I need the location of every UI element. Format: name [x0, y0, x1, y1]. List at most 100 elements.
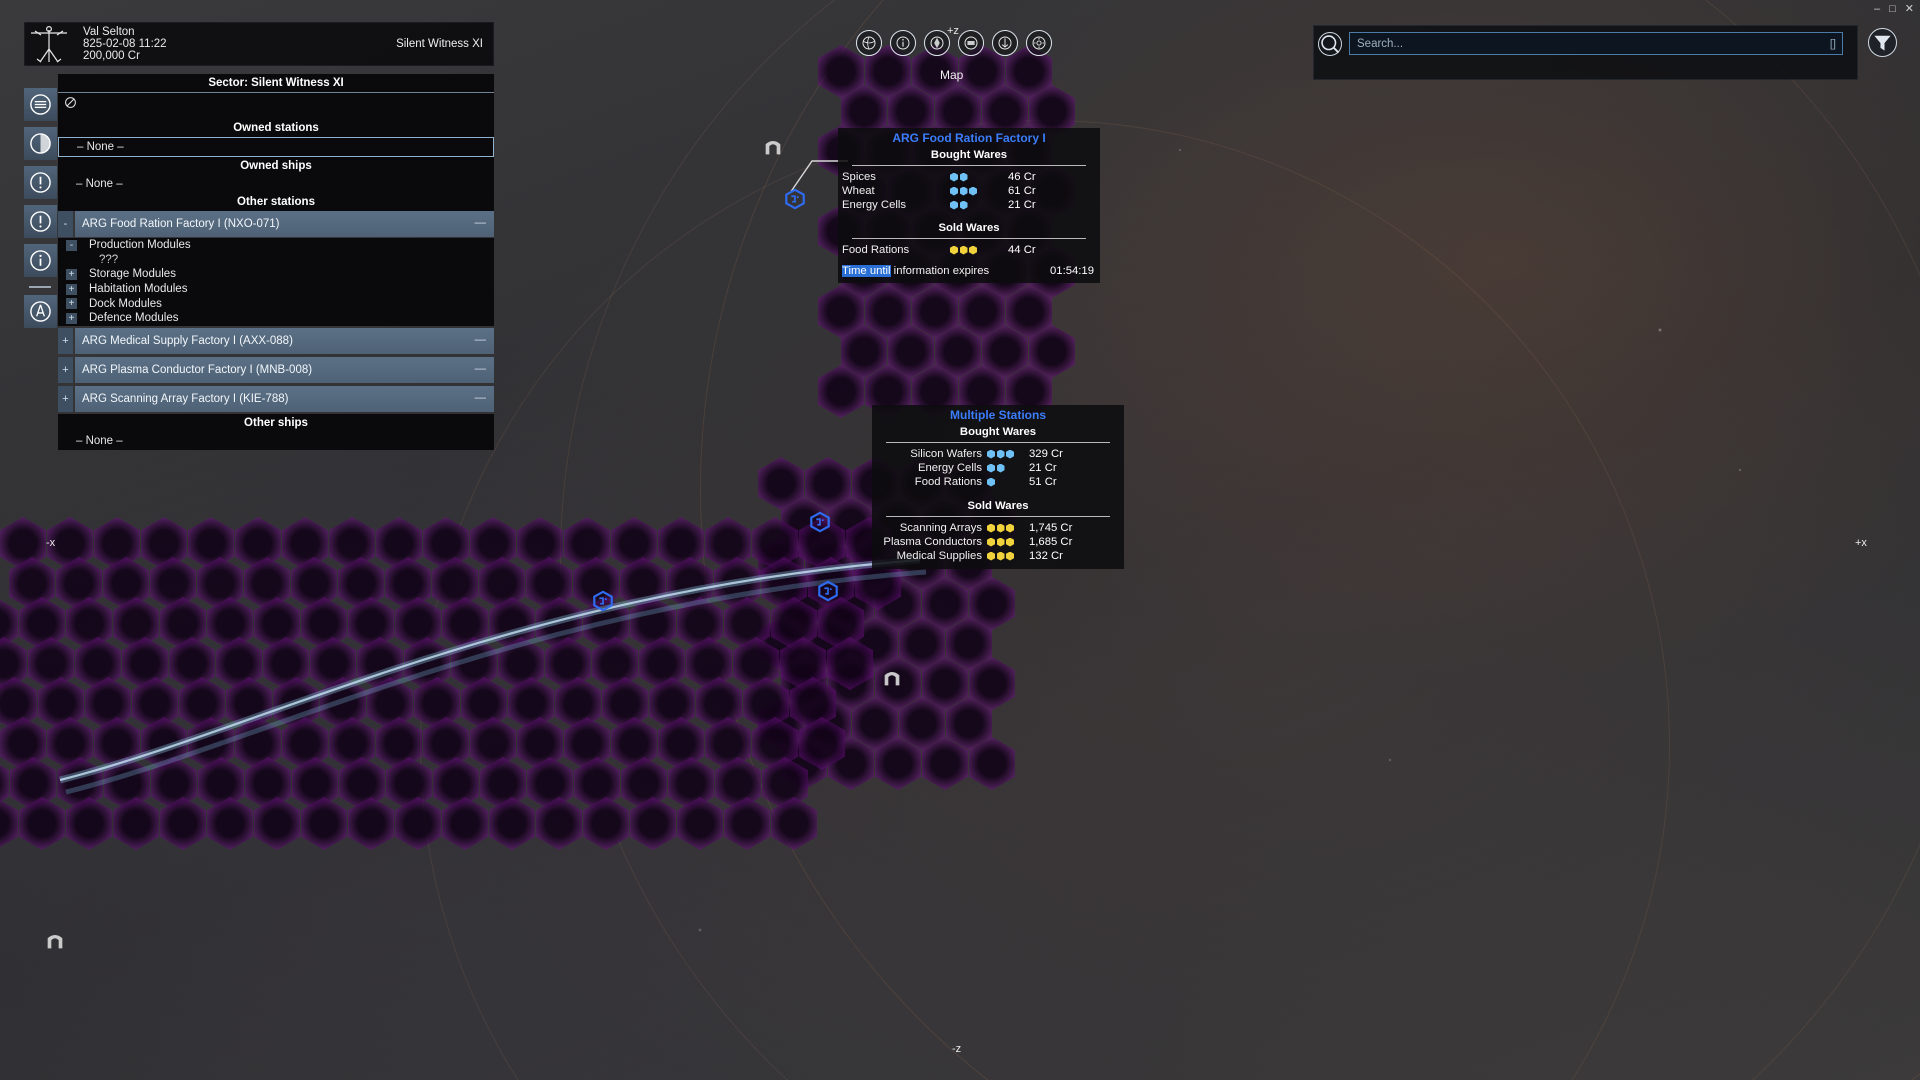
tooltip-divider [852, 238, 1086, 239]
station-name[interactable]: ARG Food Ration Factory I (NXO-071) — [75, 211, 494, 237]
find-icon [30, 301, 51, 322]
station-expand-toggle[interactable]: - [58, 211, 73, 237]
toolbar-button-settings[interactable] [1026, 30, 1052, 56]
filter-funnel-icon [1874, 35, 1891, 51]
station-tooltip-sold-header: Sold Wares [938, 222, 1000, 234]
station-marker-d[interactable] [817, 580, 839, 605]
map-sidebar-rail[interactable] [24, 88, 58, 334]
ware-rating-dots [987, 551, 1029, 561]
sidebar-item-property-owned[interactable] [24, 88, 57, 121]
ware-name: Food Rations [842, 244, 910, 256]
module-group-row[interactable]: + Dock Modules [58, 296, 494, 311]
ware-row: Energy Cells 21 Cr [838, 198, 1100, 212]
axis-label-plus-x: +x [1855, 537, 1867, 549]
tooltip-divider [852, 165, 1086, 166]
settings-gear-icon [1032, 36, 1046, 50]
module-group-label: Dock Modules [89, 297, 162, 310]
station-name[interactable]: ARG Medical Supply Factory I (AXX-088) — [75, 327, 494, 354]
station-name[interactable]: ARG Scanning Array Factory I (KIE-788) — [75, 385, 494, 412]
ware-rating-dots [950, 200, 1008, 210]
station-hex-icon [593, 590, 613, 612]
owned-ships-empty-row[interactable]: – None – [58, 175, 494, 193]
toolbar-button-map-mode[interactable] [856, 30, 882, 56]
sidebar-item-information[interactable] [24, 244, 57, 277]
axis-label-minus-z: -z [952, 1043, 962, 1055]
sector-object-list-panel[interactable]: Sector: Silent Witness XI Owned stations… [58, 74, 494, 450]
station-expand-toggle[interactable]: + [58, 356, 73, 383]
tooltip-divider [886, 516, 1110, 517]
module-group-row[interactable]: + Storage Modules [58, 267, 494, 282]
map-toolbar[interactable] [856, 30, 1052, 56]
toolbar-button-info-mode[interactable] [890, 30, 916, 56]
info-icon [30, 250, 51, 271]
sidebar-item-missions[interactable] [24, 166, 57, 199]
ware-rating-dots [950, 186, 1008, 196]
sector-panel-header: Sector: Silent Witness XI [58, 74, 494, 93]
expiry-label: Time until information expires [842, 265, 989, 277]
module-group-row[interactable]: + Habitation Modules [58, 281, 494, 297]
search-icon [1321, 35, 1340, 54]
sidebar-item-find[interactable] [24, 295, 57, 328]
info-mode-icon [896, 36, 910, 50]
search-input[interactable]: Search... [] [1349, 32, 1843, 55]
close-icon[interactable]: ✕ [1905, 4, 1914, 15]
station-marker-c[interactable] [592, 590, 614, 615]
toolbar-button-fleet-mode[interactable] [992, 30, 1018, 56]
module-expand-toggle[interactable]: + [66, 268, 77, 280]
station-name-label: ARG Scanning Array Factory I (KIE-788) [82, 392, 289, 405]
group-header-owned-ships: Owned ships [58, 157, 494, 175]
ware-name: Silicon Wafers [910, 448, 982, 460]
station-status-dash: — [474, 333, 487, 346]
filter-status-row[interactable] [58, 93, 494, 119]
gate-marker[interactable] [762, 136, 784, 161]
minimize-icon[interactable]: – [1874, 4, 1880, 15]
station-marker-b[interactable] [809, 511, 831, 536]
station-expand-toggle[interactable]: + [58, 327, 73, 354]
ware-row: Wheat 61 Cr [838, 184, 1100, 198]
module-expand-toggle[interactable]: + [66, 298, 77, 310]
maximize-icon[interactable]: □ [1889, 4, 1896, 15]
module-expand-toggle[interactable]: - [66, 239, 77, 251]
search-bar-container[interactable]: Search... [] [1313, 25, 1858, 80]
gate-marker-bottom-left[interactable] [44, 930, 66, 955]
toolbar-button-trade-mode[interactable] [924, 30, 950, 56]
other-ships-empty-row[interactable]: – None – [58, 431, 494, 450]
ware-name: Plasma Conductors [883, 536, 982, 548]
station-list-item[interactable]: + ARG Scanning Array Factory I (KIE-788)… [58, 385, 494, 412]
property-owned-icon [30, 94, 51, 115]
module-expand-toggle[interactable]: + [66, 312, 77, 324]
station-name-label: ARG Medical Supply Factory I (AXX-088) [82, 334, 293, 347]
module-group-row[interactable]: + Defence Modules [58, 310, 494, 326]
ware-rating-dots [987, 463, 1029, 473]
sector-hex-grid-southwest [0, 517, 916, 850]
ware-rating-dots [950, 172, 1008, 182]
ware-rating-dots [987, 449, 1029, 459]
station-list-item[interactable]: - ARG Food Ration Factory I (NXO-071) — [58, 211, 494, 237]
owned-stations-empty-row[interactable]: – None – [58, 137, 494, 157]
sidebar-item-alerts[interactable] [24, 205, 57, 238]
station-expand-toggle[interactable]: + [58, 385, 73, 412]
module-child-row[interactable]: ??? [58, 252, 494, 268]
station-name[interactable]: ARG Plasma Conductor Factory I (MNB-008)… [75, 356, 494, 383]
toolbar-button-station-mode[interactable] [958, 30, 984, 56]
tooltip-divider [886, 442, 1110, 443]
search-caret: [] [1829, 37, 1836, 50]
module-group-row[interactable]: - Production Modules [58, 238, 494, 253]
group-header-other-ships: Other ships [58, 413, 494, 432]
search-icon-button[interactable] [1318, 32, 1342, 56]
player-details: Val Selton 825-02-08 11:22 200,000 Cr [83, 26, 167, 63]
window-controls[interactable]: – □ ✕ [1874, 4, 1914, 15]
no-filter-icon[interactable] [64, 96, 77, 109]
gate-icon [765, 141, 781, 155]
expiry-label-highlighted: Time until [842, 265, 891, 277]
sidebar-item-map-legend[interactable] [24, 127, 57, 160]
search-filter-button[interactable] [1868, 28, 1897, 57]
station-marker-food-ration[interactable] [784, 188, 806, 213]
station-list-item[interactable]: + ARG Plasma Conductor Factory I (MNB-00… [58, 356, 494, 383]
search-placeholder: Search... [1357, 37, 1404, 50]
station-list-item[interactable]: + ARG Medical Supply Factory I (AXX-088)… [58, 327, 494, 354]
ware-row: Medical Supplies 132 Cr [872, 549, 1124, 563]
gate-marker-right[interactable] [881, 667, 903, 692]
ware-price: 61 Cr [1008, 185, 1036, 197]
module-expand-toggle[interactable]: + [66, 283, 77, 295]
